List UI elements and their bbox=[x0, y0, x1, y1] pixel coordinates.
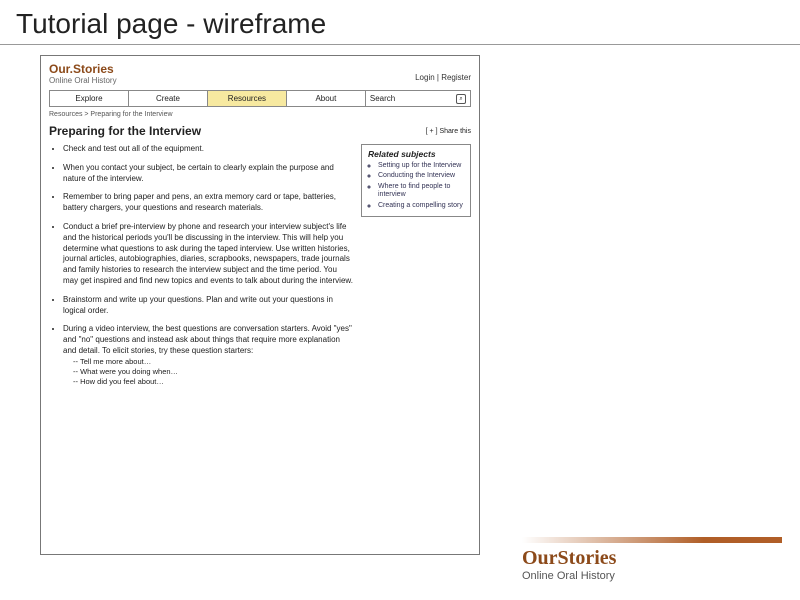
starter-line: -- What were you doing when… bbox=[73, 367, 353, 377]
nav-search[interactable]: Search ⌕ bbox=[366, 91, 470, 106]
brand-logo: OurStories bbox=[522, 547, 782, 570]
bullet-item: During a video interview, the best quest… bbox=[63, 324, 353, 387]
related-link[interactable]: Setting up for the Interview bbox=[378, 162, 464, 170]
slide-title: Tutorial page - wireframe bbox=[0, 0, 800, 45]
share-link[interactable]: [ + ] Share this bbox=[426, 128, 471, 135]
nav-resources[interactable]: Resources bbox=[208, 91, 287, 106]
nav-explore[interactable]: Explore bbox=[50, 91, 129, 106]
nav-about[interactable]: About bbox=[287, 91, 366, 106]
related-title: Related subjects bbox=[368, 149, 464, 159]
search-label: Search bbox=[370, 94, 395, 103]
page-title: Preparing for the Interview bbox=[49, 124, 201, 138]
related-link[interactable]: Creating a compelling story bbox=[378, 202, 464, 210]
bullet-item: Conduct a brief pre-interview by phone a… bbox=[63, 222, 353, 287]
bullet-item: Brainstorm and write up your questions. … bbox=[63, 295, 353, 317]
wireframe-mock: Our.Stories Online Oral History Login | … bbox=[40, 55, 480, 555]
bullet-item: Remember to bring paper and pens, an ext… bbox=[63, 192, 353, 214]
brand-bar bbox=[522, 537, 782, 543]
starter-line: -- Tell me more about… bbox=[73, 357, 353, 367]
nav-create[interactable]: Create bbox=[129, 91, 208, 106]
brand-tagline: Online Oral History bbox=[522, 570, 782, 582]
bullet-item: When you contact your subject, be certai… bbox=[63, 163, 353, 185]
footer-brand: OurStories Online Oral History bbox=[522, 537, 782, 582]
breadcrumb: Resources > Preparing for the Interview bbox=[49, 111, 471, 118]
search-icon[interactable]: ⌕ bbox=[456, 94, 466, 104]
related-panel: Related subjects Setting up for the Inte… bbox=[361, 144, 471, 217]
bullet-item: Check and test out all of the equipment. bbox=[63, 144, 353, 155]
related-link[interactable]: Conducting the Interview bbox=[378, 172, 464, 180]
starter-line: -- How did you feel about… bbox=[73, 377, 353, 387]
main-content: Check and test out all of the equipment.… bbox=[49, 144, 353, 395]
related-link[interactable]: Where to find people to interview bbox=[378, 183, 464, 200]
primary-nav: Explore Create Resources About Search ⌕ bbox=[49, 90, 471, 107]
